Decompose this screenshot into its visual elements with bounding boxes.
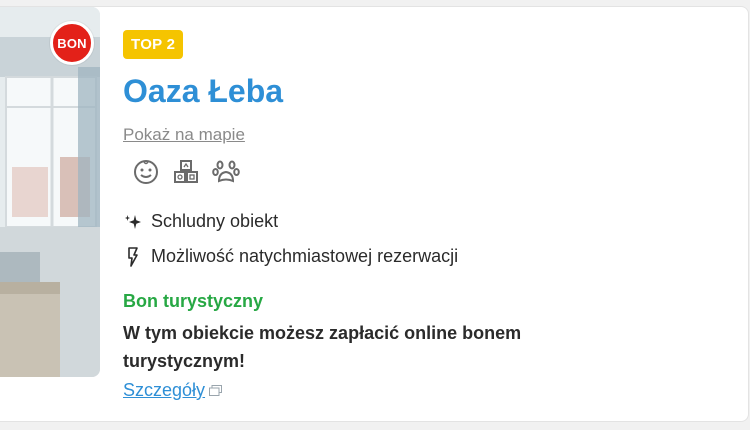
sparkle-icon <box>123 212 145 232</box>
feature-label: Schludny obiekt <box>151 211 279 231</box>
room-illustration <box>0 7 100 377</box>
pets-allowed-icon <box>211 157 241 187</box>
bon-badge: BON <box>50 21 94 65</box>
hotel-name[interactable]: Oaza Łeba <box>123 73 283 110</box>
child-friendly-icon <box>131 157 161 187</box>
feature-label: Możliwość natychmiastowej rezerwacji <box>151 246 459 266</box>
details-link[interactable]: Szczegóły <box>123 380 223 401</box>
lightning-icon <box>123 246 145 267</box>
bon-description: W tym obiekcie możesz zapłacić online bo… <box>123 323 522 371</box>
hotel-photo[interactable]: BON <box>0 7 100 377</box>
bon-title: Bon turystyczny <box>123 291 264 311</box>
external-link-icon <box>209 385 223 396</box>
details-link-label: Szczegóły <box>123 380 206 400</box>
show-on-map-link[interactable]: Pokaż na mapie <box>123 125 245 145</box>
feature-clean-property: Schludny obiekt <box>123 211 278 232</box>
feature-instant-booking: Możliwość natychmiastowej rezerwacji <box>123 246 458 267</box>
rank-badge: TOP 2 <box>123 30 184 59</box>
amenity-icons <box>131 157 241 187</box>
kids-blocks-icon <box>171 157 201 187</box>
hotel-card[interactable]: BON TOP 2 Oaza Łeba Pokaż na mapie Schlu… <box>0 6 749 422</box>
